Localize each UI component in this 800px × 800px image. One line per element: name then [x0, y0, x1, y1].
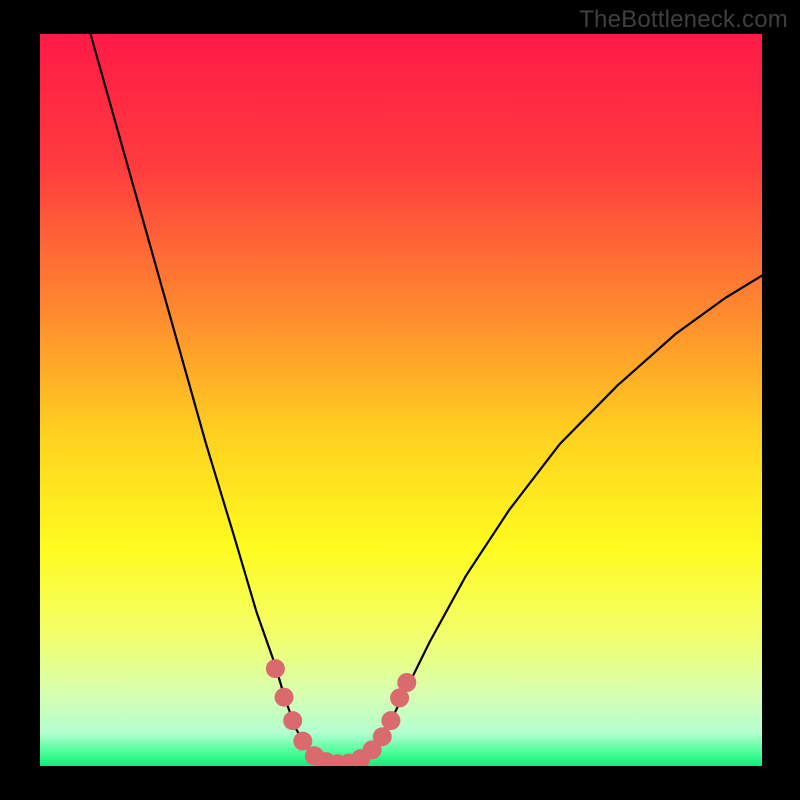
curve-layer: [40, 34, 762, 766]
highlight-dot: [373, 727, 392, 746]
highlight-dots: [266, 659, 416, 766]
chart-frame: TheBottleneck.com: [0, 0, 800, 800]
watermark-text: TheBottleneck.com: [579, 6, 788, 34]
highlight-dot: [381, 711, 400, 730]
plot-area: [40, 34, 762, 766]
highlight-dot: [397, 673, 416, 692]
bottleneck-curve: [91, 34, 762, 765]
highlight-dot: [266, 659, 285, 678]
highlight-dot: [275, 688, 294, 707]
highlight-dot: [283, 711, 302, 730]
